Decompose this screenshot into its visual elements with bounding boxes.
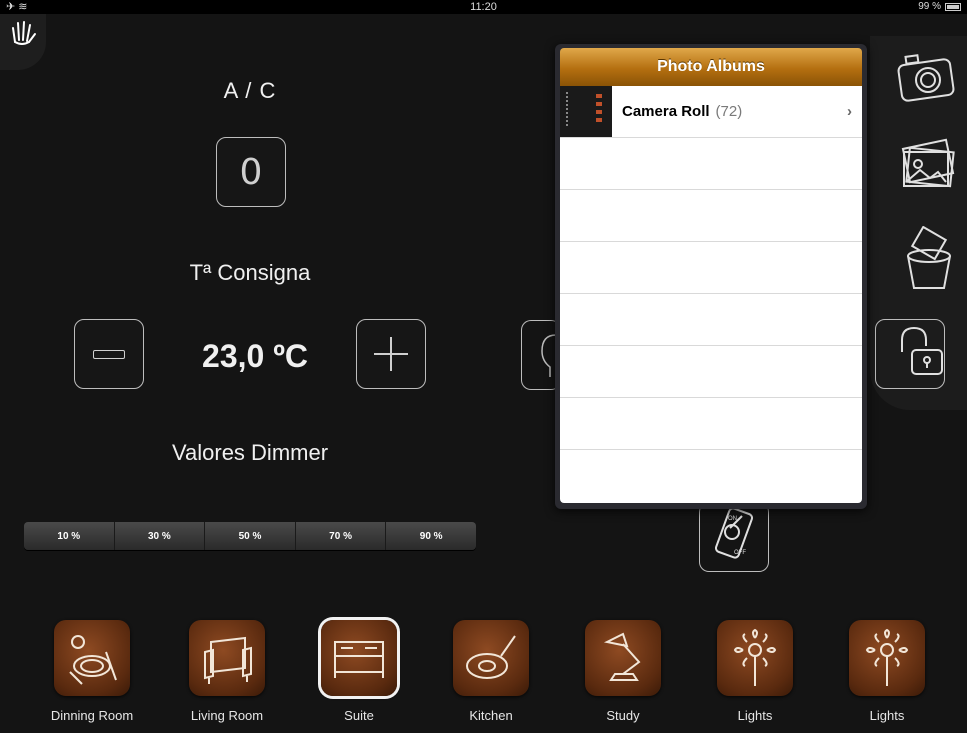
battery-icon: [945, 3, 961, 11]
dimmer-title: Valores Dimmer: [171, 440, 329, 465]
dimmer-50[interactable]: 50 %: [205, 522, 296, 550]
armchair-icon: [189, 620, 265, 696]
desk-lamp-icon: [585, 620, 661, 696]
hand-icon: [12, 21, 36, 45]
dinner-plate-icon: [54, 620, 130, 696]
list-row-empty: [560, 138, 862, 190]
room-label: Lights: [869, 708, 905, 723]
list-row-empty: [560, 242, 862, 294]
flower-icon: [849, 620, 925, 696]
plus-icon-vertical: [390, 337, 392, 371]
ac-toggle-button[interactable]: 0: [216, 137, 286, 207]
setpoint-value: 23,0 ºC: [202, 338, 308, 374]
photos-icon[interactable]: [898, 138, 960, 192]
photo-albums-popover: Photo Albums Camera Roll (72) ›: [555, 44, 867, 509]
room-label: Dinning Room: [50, 708, 134, 723]
dimmer-90[interactable]: 90 %: [386, 522, 476, 550]
flower-icon: [717, 620, 793, 696]
bed-icon: [321, 620, 397, 696]
camera-icon[interactable]: [896, 48, 960, 104]
battery-percent: 99 %: [918, 1, 941, 12]
dimmer-70[interactable]: 70 %: [296, 522, 387, 550]
room-label: Kitchen: [469, 708, 513, 723]
room-dinning-room[interactable]: Dinning Room: [42, 620, 142, 723]
room-label: Study: [606, 708, 640, 723]
list-row-empty: [560, 346, 862, 398]
svg-text:ON: ON: [728, 516, 737, 522]
lock-button[interactable]: [875, 319, 945, 389]
room-study[interactable]: Study: [573, 620, 673, 723]
increase-temp-button[interactable]: [356, 319, 426, 389]
room-label: Lights: [737, 708, 773, 723]
setpoint-title: Tª Consigna: [189, 260, 311, 285]
popover-title: Photo Albums: [560, 48, 862, 86]
room-living-room[interactable]: Living Room: [177, 620, 277, 723]
frying-pan-icon: [453, 620, 529, 696]
list-row-empty: [560, 398, 862, 450]
toggle-switch-icon: ON OFF: [714, 507, 754, 559]
album-thumbnail: [560, 86, 612, 137]
decrease-temp-button[interactable]: [74, 319, 144, 389]
hand-menu-button[interactable]: [0, 14, 46, 70]
status-time: 11:20: [470, 1, 497, 13]
status-bar: ✈ ≋ 11:20 99 %: [0, 0, 967, 14]
list-row-empty: [560, 190, 862, 242]
ac-title: A / C: [223, 78, 277, 103]
svg-text:OFF: OFF: [734, 550, 746, 556]
dimmer-30[interactable]: 30 %: [115, 522, 206, 550]
album-list: Camera Roll (72) ›: [560, 86, 862, 503]
chevron-right-icon: ›: [847, 103, 852, 120]
room-kitchen[interactable]: Kitchen: [441, 620, 541, 723]
room-label: Living Room: [190, 708, 264, 723]
dimmer-segmented-control: 10 % 30 % 50 % 70 % 90 %: [24, 522, 476, 550]
list-row-empty: [560, 450, 862, 502]
album-count: (72): [715, 103, 743, 120]
on-off-switch-button[interactable]: ON OFF: [699, 502, 769, 572]
photo-bin-icon[interactable]: [900, 226, 958, 294]
dimmer-10[interactable]: 10 %: [24, 522, 115, 550]
room-label: Suite: [344, 708, 374, 723]
room-lights-2[interactable]: Lights: [837, 620, 937, 723]
list-row-empty: [560, 294, 862, 346]
album-row-camera-roll[interactable]: Camera Roll (72) ›: [560, 86, 862, 138]
room-lights-1[interactable]: Lights: [705, 620, 805, 723]
album-name: Camera Roll: [622, 103, 710, 120]
unlocked-padlock-icon: [901, 326, 943, 375]
album-name-wrap: Camera Roll (72): [622, 86, 742, 138]
room-suite[interactable]: Suite: [309, 620, 409, 723]
